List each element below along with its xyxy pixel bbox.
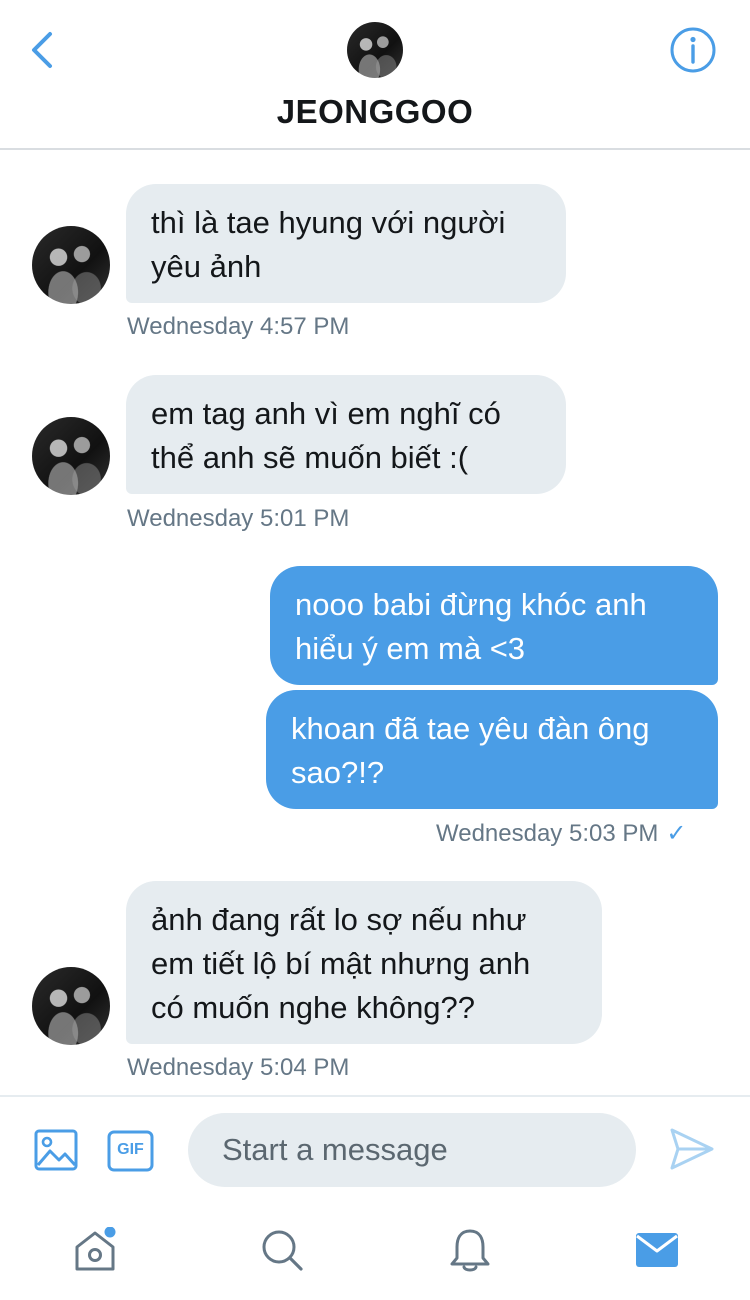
message-text: khoan đã tae yêu đàn ông bbox=[291, 711, 650, 746]
sender-avatar[interactable] bbox=[32, 417, 110, 495]
message-text: sao?!? bbox=[291, 755, 385, 790]
send-icon bbox=[670, 1128, 714, 1170]
message-composer: GIF bbox=[0, 1095, 750, 1205]
message-text: thì là tae hyung với người bbox=[151, 205, 506, 240]
conversation-header: JEONGGOO bbox=[0, 0, 750, 150]
message-text: hiểu ý em mà <3 bbox=[295, 631, 526, 666]
message-bubble-outgoing[interactable]: khoan đã tae yêu đàn ông sao?!? bbox=[266, 690, 718, 809]
notifications-icon bbox=[450, 1229, 490, 1272]
message-timestamp: Wednesday 5:01 PM bbox=[127, 505, 350, 532]
tab-search[interactable] bbox=[257, 1225, 307, 1275]
message-text: yêu ảnh bbox=[151, 249, 262, 284]
add-gif-button[interactable]: GIF bbox=[107, 1129, 155, 1173]
sender-avatar[interactable] bbox=[32, 967, 110, 1045]
chevron-left-icon bbox=[32, 32, 52, 68]
add-image-button[interactable] bbox=[34, 1129, 80, 1173]
message-timestamp: Wednesday 5:04 PM bbox=[127, 1054, 350, 1081]
messages-icon bbox=[636, 1233, 678, 1267]
tab-messages[interactable] bbox=[632, 1225, 682, 1275]
message-text: em tag anh vì em nghĩ có bbox=[151, 396, 501, 431]
bottom-tab-bar bbox=[0, 1205, 750, 1300]
message-bubble-incoming[interactable]: ảnh đang rất lo sợ nếu như em tiết lộ bí… bbox=[126, 881, 602, 1044]
message-text: có muốn nghe không?? bbox=[151, 990, 476, 1025]
image-icon bbox=[34, 1129, 78, 1171]
home-icon bbox=[75, 1227, 116, 1271]
info-circle-icon bbox=[670, 27, 716, 73]
message-text: thể anh sẽ muốn biết :( bbox=[151, 440, 469, 475]
info-button[interactable] bbox=[668, 25, 718, 75]
message-bubble-incoming[interactable]: thì là tae hyung với người yêu ảnh bbox=[126, 184, 566, 303]
notification-badge bbox=[104, 1227, 116, 1238]
tab-home[interactable] bbox=[70, 1225, 120, 1275]
message-text: ảnh đang rất lo sợ nếu như bbox=[151, 902, 527, 937]
message-timestamp: Wednesday 5:03 PM ✓ bbox=[436, 819, 686, 848]
gif-label: GIF bbox=[117, 1141, 144, 1158]
back-button[interactable] bbox=[22, 28, 62, 72]
message-text: nooo babi đừng khóc anh bbox=[295, 587, 647, 622]
message-bubble-outgoing[interactable]: nooo babi đừng khóc anh hiểu ý em mà <3 bbox=[270, 566, 718, 685]
search-icon bbox=[262, 1230, 303, 1271]
message-input[interactable] bbox=[188, 1113, 636, 1187]
timestamp-text: Wednesday 5:03 PM bbox=[436, 820, 659, 847]
header-avatar[interactable] bbox=[347, 22, 403, 78]
tab-notifications[interactable] bbox=[445, 1225, 495, 1275]
message-text: em tiết lộ bí mật nhưng anh bbox=[151, 946, 531, 981]
message-bubble-incoming[interactable]: em tag anh vì em nghĩ có thể anh sẽ muốn… bbox=[126, 375, 566, 494]
conversation-title[interactable]: JEONGGOO bbox=[0, 93, 750, 131]
send-button[interactable] bbox=[668, 1127, 716, 1171]
checkmark-icon: ✓ bbox=[666, 820, 687, 847]
message-timestamp: Wednesday 4:57 PM bbox=[127, 313, 350, 340]
sender-avatar[interactable] bbox=[32, 226, 110, 304]
